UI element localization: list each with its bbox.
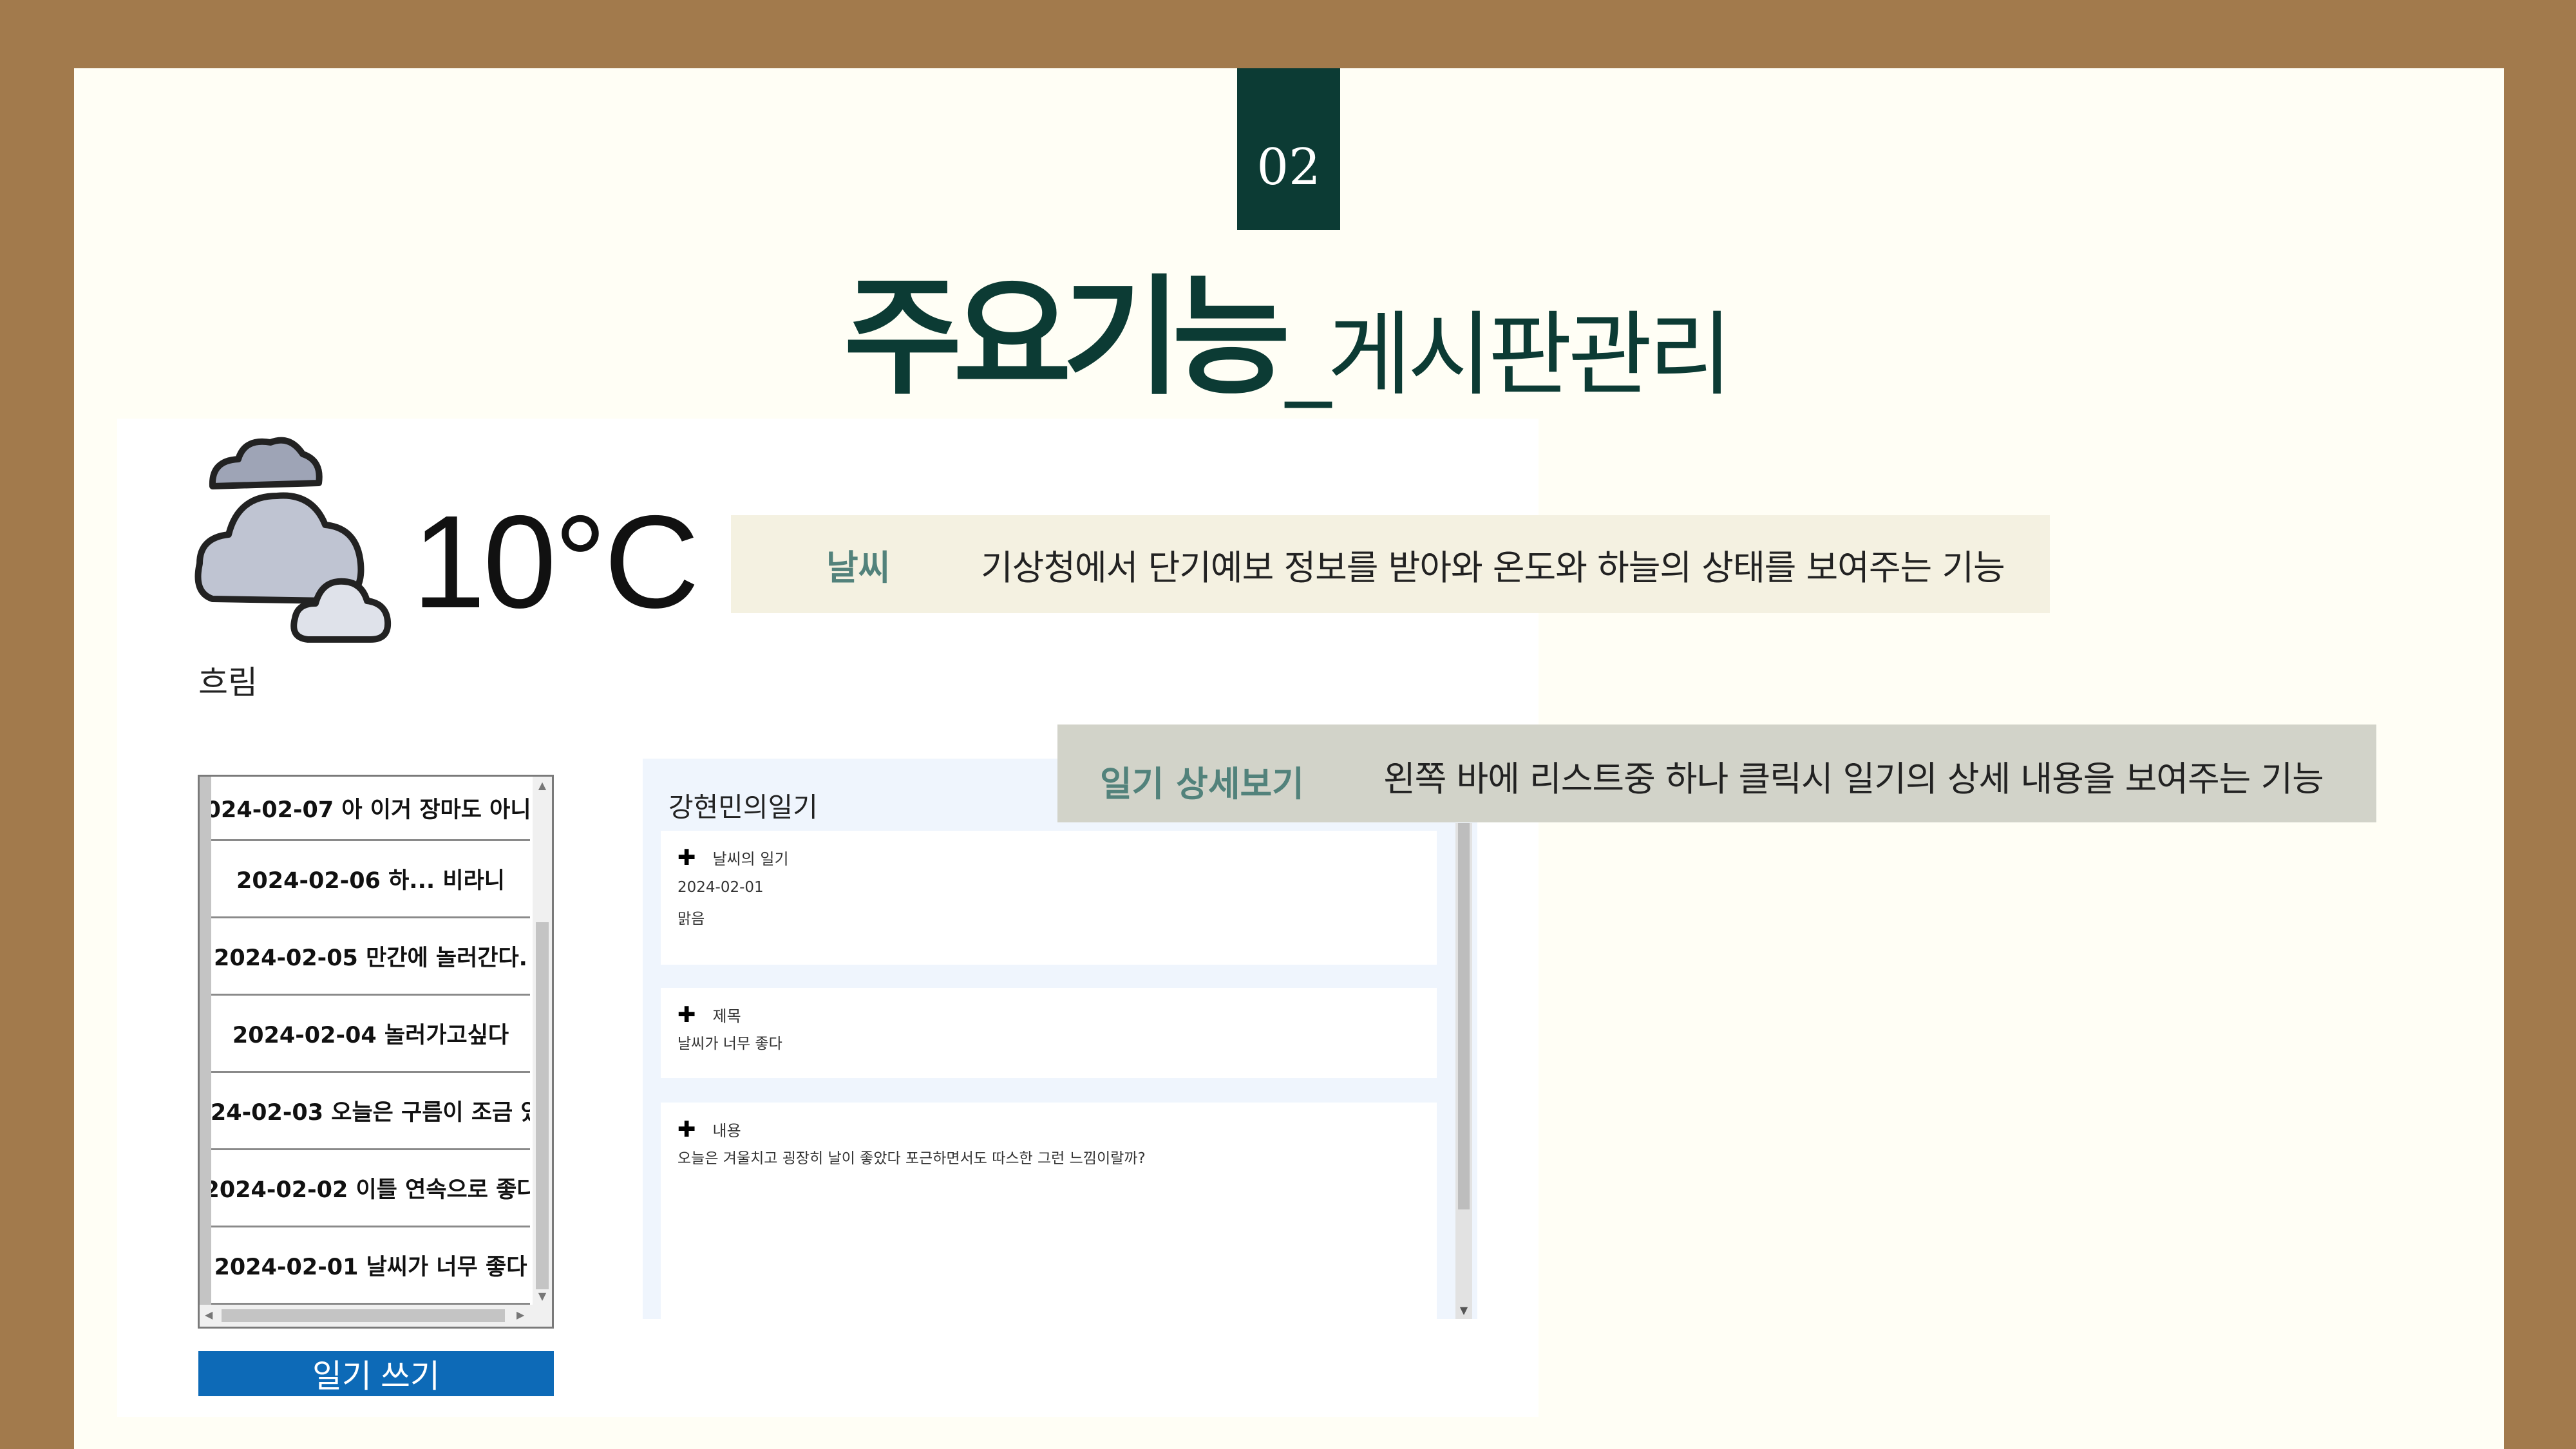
- diary-list-items: 2024-02-07 아 이거 장마도 아니고 2024-02-06 하... …: [211, 777, 530, 1305]
- title-sub: _게시판관리: [1285, 302, 1732, 408]
- slide-title: 주요기능 _게시판관리: [844, 254, 1732, 413]
- diary-detail-panel: 강현민의일기 ✚ 날씨의 일기 2024-02-01 맑음 ✚ 제목 날씨가 너…: [643, 759, 1477, 1321]
- list-item[interactable]: 2024-02-02 이틀 연속으로 좋다: [211, 1150, 530, 1227]
- weather-callout-label: 날씨: [826, 547, 891, 588]
- content-section-label: 내용: [712, 1122, 741, 1140]
- list-horizontal-scrollbar[interactable]: ◀ ▶: [200, 1305, 552, 1327]
- cloudy-icon: [194, 437, 392, 643]
- list-vertical-scrollbar[interactable]: ▲ ▼: [533, 777, 552, 1305]
- diary-date: 2024-02-01: [677, 879, 764, 896]
- scroll-down-icon[interactable]: ▼: [533, 1290, 552, 1302]
- detail-scroll-thumb[interactable]: [1458, 823, 1470, 1209]
- title-main: 주요기능: [844, 263, 1291, 413]
- weather-section-header: ✚ 날씨의 일기: [677, 846, 1420, 869]
- detail-callout: 일기 상세보기 왼쪽 바에 리스트중 하나 클릭시 일기의 상세 내용을 보여주…: [1057, 724, 2376, 822]
- diary-sky: 맑음: [677, 911, 705, 927]
- diary-list[interactable]: 2024-02-07 아 이거 장마도 아니고 2024-02-06 하... …: [198, 775, 554, 1329]
- weather-section-label: 날씨의 일기: [712, 850, 789, 868]
- diary-content: 오늘은 겨울치고 굉장히 날이 좋았다 포근하면서도 따스한 그런 느낌이랄까?: [677, 1150, 1146, 1167]
- list-item[interactable]: 2024-02-05 만간에 놀러간다.: [211, 918, 530, 996]
- detail-callout-description: 왼쪽 바에 리스트중 하나 클릭시 일기의 상세 내용을 보여주는 기능: [1383, 759, 2324, 799]
- plus-icon: ✚: [677, 1116, 696, 1142]
- scroll-left-icon[interactable]: ◀: [205, 1309, 213, 1321]
- list-left-rail: [200, 777, 211, 1327]
- diary-subject: 날씨가 너무 좋다: [677, 1036, 782, 1052]
- list-item[interactable]: 2024-02-04 놀러가고싶다: [211, 996, 530, 1073]
- sky-status: 흐림: [198, 664, 258, 701]
- list-horizontal-scroll-thumb[interactable]: [222, 1309, 505, 1322]
- list-vertical-scroll-thumb[interactable]: [536, 922, 549, 1289]
- plus-icon: ✚: [677, 844, 696, 871]
- list-item[interactable]: 2024-02-03 오늘은 구름이 조금 있네: [211, 1073, 530, 1150]
- list-item[interactable]: 2024-02-07 아 이거 장마도 아니고: [211, 777, 530, 841]
- scroll-right-icon[interactable]: ▶: [516, 1309, 524, 1321]
- content-section-card: ✚ 내용 오늘은 겨울치고 굉장히 날이 좋았다 포근하면서도 따스한 그런 느…: [661, 1103, 1437, 1321]
- plus-icon: ✚: [677, 1001, 696, 1028]
- detail-callout-label: 일기 상세보기: [1100, 764, 1304, 804]
- temperature: 10°C: [412, 488, 699, 636]
- weather-callout: 날씨 기상청에서 단기예보 정보를 받아와 온도와 하늘의 상태를 보여주는 기…: [731, 515, 2050, 613]
- slide-number: 02: [1256, 138, 1321, 196]
- diary-owner-title: 강현민의일기: [668, 791, 818, 823]
- subject-section-label: 제목: [712, 1007, 741, 1025]
- scroll-down-icon[interactable]: ▼: [1455, 1304, 1472, 1316]
- write-diary-button[interactable]: 일기 쓰기: [198, 1351, 554, 1396]
- slide-number-badge: 02: [1237, 68, 1340, 230]
- detail-scrollbar[interactable]: ▼: [1455, 823, 1472, 1319]
- list-item[interactable]: 2024-02-06 하... 비라니: [211, 841, 530, 918]
- scroll-up-icon[interactable]: ▲: [533, 779, 552, 791]
- subject-section-card: ✚ 제목 날씨가 너무 좋다: [661, 988, 1437, 1078]
- subject-section-header: ✚ 제목: [677, 1003, 1420, 1026]
- content-section-header: ✚ 내용: [677, 1118, 1420, 1141]
- list-item[interactable]: 2024-02-01 날씨가 너무 좋다: [211, 1227, 530, 1305]
- weather-section-card: ✚ 날씨의 일기 2024-02-01 맑음: [661, 831, 1437, 965]
- weather-callout-description: 기상청에서 단기예보 정보를 받아와 온도와 하늘의 상태를 보여주는 기능: [981, 547, 2005, 588]
